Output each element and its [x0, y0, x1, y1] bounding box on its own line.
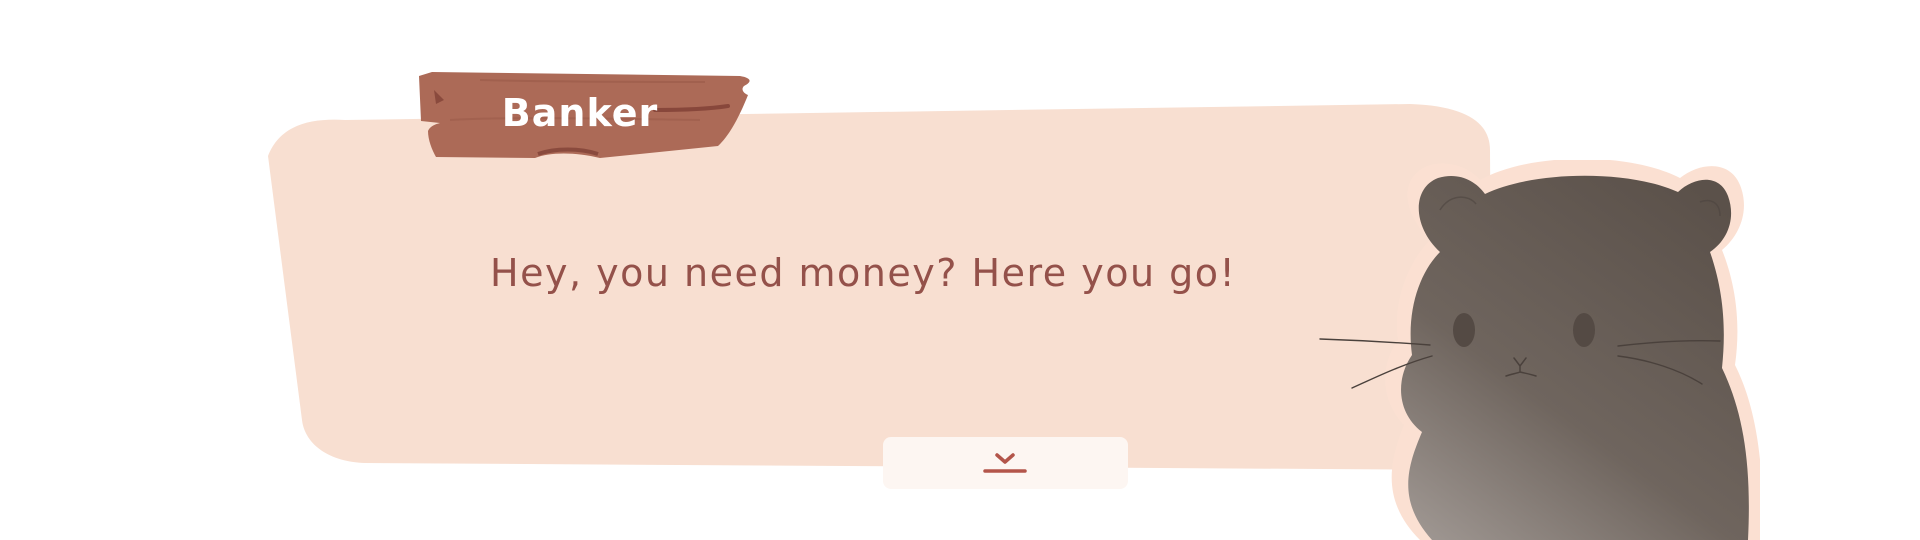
dialogue-scene: Banker Hey, you need money? Here you go!: [0, 0, 1920, 540]
hamster-eye-right: [1573, 313, 1595, 347]
dialogue-text: Hey, you need money? Here you go!: [490, 251, 1237, 295]
chevron-down-bar-icon: [983, 453, 1027, 473]
advance-dialogue-button[interactable]: [883, 437, 1128, 489]
hamster-portrait: [1319, 160, 1760, 540]
hamster-eye-left: [1453, 313, 1475, 347]
speaker-name: Banker: [501, 91, 659, 135]
hamster-body: [1401, 175, 1749, 540]
